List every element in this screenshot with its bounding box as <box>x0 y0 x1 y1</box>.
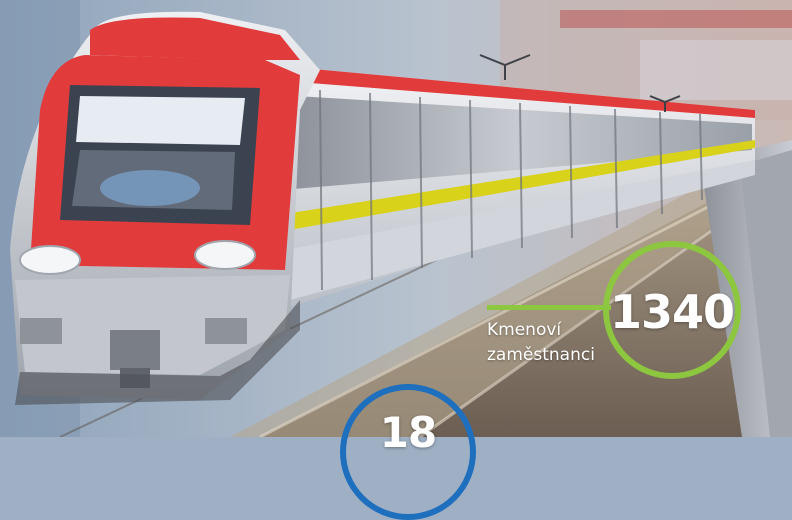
stat-circle-secondary: 18 <box>340 384 476 520</box>
stat-connector-line <box>487 305 611 310</box>
stat-value-secondary: 18 <box>379 408 437 457</box>
stat-label-employees: Kmenoví zaměstnanci <box>487 320 595 365</box>
stat-value-employees: 1340 <box>609 285 735 339</box>
